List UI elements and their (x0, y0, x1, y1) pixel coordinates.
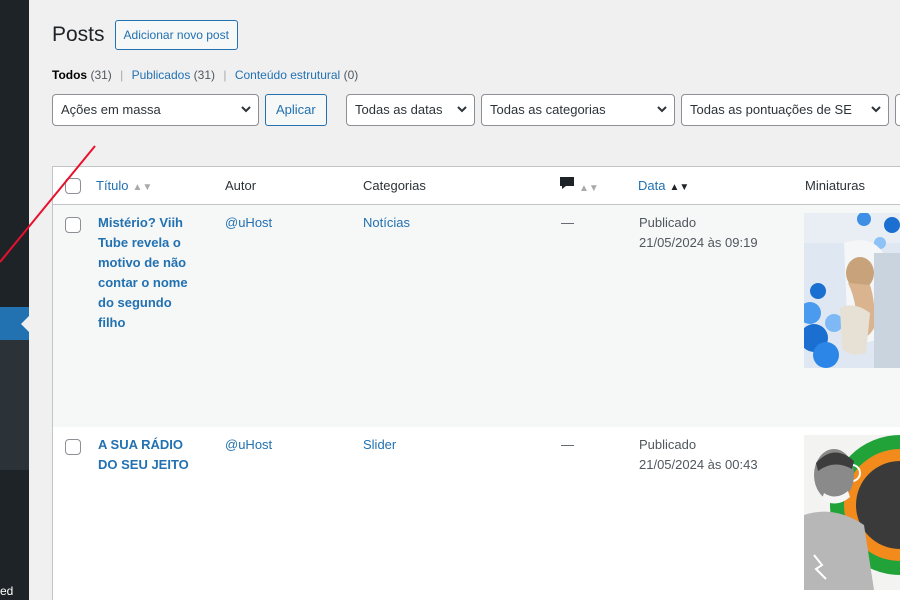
post-title-line: do segundo (98, 295, 172, 310)
post-thumbnail[interactable] (804, 213, 900, 368)
post-title-line: DO SEU JEITO (98, 457, 189, 472)
chevron-down-icon (240, 95, 252, 125)
view-structural-count: (0) (343, 68, 359, 82)
post-status: Publicado (639, 437, 697, 452)
date-filter-value: Todas as datas (355, 102, 443, 117)
seo-score-filter-select[interactable]: Todas as pontuações de SE (681, 94, 889, 126)
admin-sidebar: ed (0, 0, 29, 600)
category-filter-select[interactable]: Todas as categorias (481, 94, 675, 126)
post-date: Publicado 21/05/2024 às 09:19 (639, 213, 758, 253)
column-thumbnails: Miniaturas (805, 178, 865, 193)
post-title-line: Mistério? Viih (98, 215, 183, 230)
view-published-count: (31) (193, 68, 216, 82)
column-title[interactable]: Título ▲▼ (96, 178, 152, 193)
page-header: Posts Adicionar novo post (52, 20, 238, 50)
view-separator: | (120, 68, 124, 82)
post-title-line: motivo de não (98, 255, 187, 270)
bulk-actions-select[interactable]: Ações em massa (52, 94, 259, 126)
post-date-value: 21/05/2024 às 00:43 (639, 457, 758, 472)
column-author: Autor (225, 178, 257, 193)
status-views: Todos (31) | Publicados (31) | Conteúdo … (52, 68, 358, 82)
column-date[interactable]: Data ▲▼ (638, 178, 689, 193)
active-indicator-arrow (21, 316, 29, 332)
add-new-post-button[interactable]: Adicionar novo post (114, 20, 238, 50)
view-all-count: (31) (90, 68, 112, 82)
post-title-line: Tube revela o (98, 235, 181, 250)
column-comments[interactable]: ▲▼ (559, 175, 599, 194)
post-date-value: 21/05/2024 às 09:19 (639, 235, 758, 250)
chevron-down-icon (456, 95, 468, 125)
category-filter-value: Todas as categorias (490, 102, 606, 117)
post-title-line: contar o nome (98, 275, 188, 290)
post-thumbnail[interactable] (804, 435, 900, 590)
table-header: Título ▲▼ Autor Categorias ▲▼ Data ▲▼ Mini… (53, 167, 900, 205)
apply-button[interactable]: Aplicar (265, 94, 327, 126)
view-structural[interactable]: Conteúdo estrutural (235, 68, 340, 82)
page-title: Posts (52, 23, 105, 46)
sort-icon: ▲▼ (579, 183, 599, 194)
post-title-line: A SUA RÁDIO (98, 437, 183, 452)
view-separator: | (223, 68, 227, 82)
select-all-checkbox[interactable] (65, 178, 81, 194)
sort-icon: ▲▼ (669, 182, 690, 193)
post-title-line: filho (98, 315, 126, 330)
row-checkbox[interactable] (65, 217, 81, 233)
post-title-link[interactable]: A SUA RÁDIO DO SEU JEITO (98, 435, 213, 475)
comment-bubble-icon (559, 177, 575, 194)
post-category[interactable]: Notícias (363, 213, 410, 233)
row-checkbox[interactable] (65, 439, 81, 455)
posts-table: Título ▲▼ Autor Categorias ▲▼ Data ▲▼ Mini… (52, 166, 900, 600)
post-date: Publicado 21/05/2024 às 00:43 (639, 435, 758, 475)
chevron-down-icon (656, 95, 668, 125)
table-row: Mistério? Viih Tube revela o motivo de n… (53, 205, 900, 427)
column-title-label: Título (96, 178, 129, 193)
post-comments: — (561, 437, 574, 452)
date-filter-select[interactable]: Todas as datas (346, 94, 475, 126)
chevron-down-icon (870, 95, 882, 125)
post-title-link[interactable]: Mistério? Viih Tube revela o motivo de n… (98, 213, 213, 333)
column-date-label: Data (638, 178, 666, 193)
column-categories: Categorias (363, 178, 426, 193)
sidebar-collapse-label[interactable]: ed (0, 584, 13, 598)
post-author[interactable]: @uHost (225, 213, 272, 233)
seo-score-filter-value: Todas as pontuações de SE (690, 102, 852, 117)
post-author[interactable]: @uHost (225, 435, 272, 455)
post-category[interactable]: Slider (363, 435, 396, 455)
post-comments: — (561, 215, 574, 230)
table-filters: Ações em massa Aplicar Todas as datas To… (52, 94, 900, 126)
bulk-actions-value: Ações em massa (61, 102, 161, 117)
table-row: A SUA RÁDIO DO SEU JEITO @uHost Slider —… (53, 427, 900, 600)
sidebar-submenu (0, 340, 29, 470)
view-all[interactable]: Todos (52, 68, 87, 82)
sort-icon: ▲▼ (132, 182, 153, 193)
post-status: Publicado (639, 215, 697, 230)
view-published[interactable]: Publicados (132, 68, 191, 82)
filter-button-cut[interactable] (895, 94, 900, 126)
